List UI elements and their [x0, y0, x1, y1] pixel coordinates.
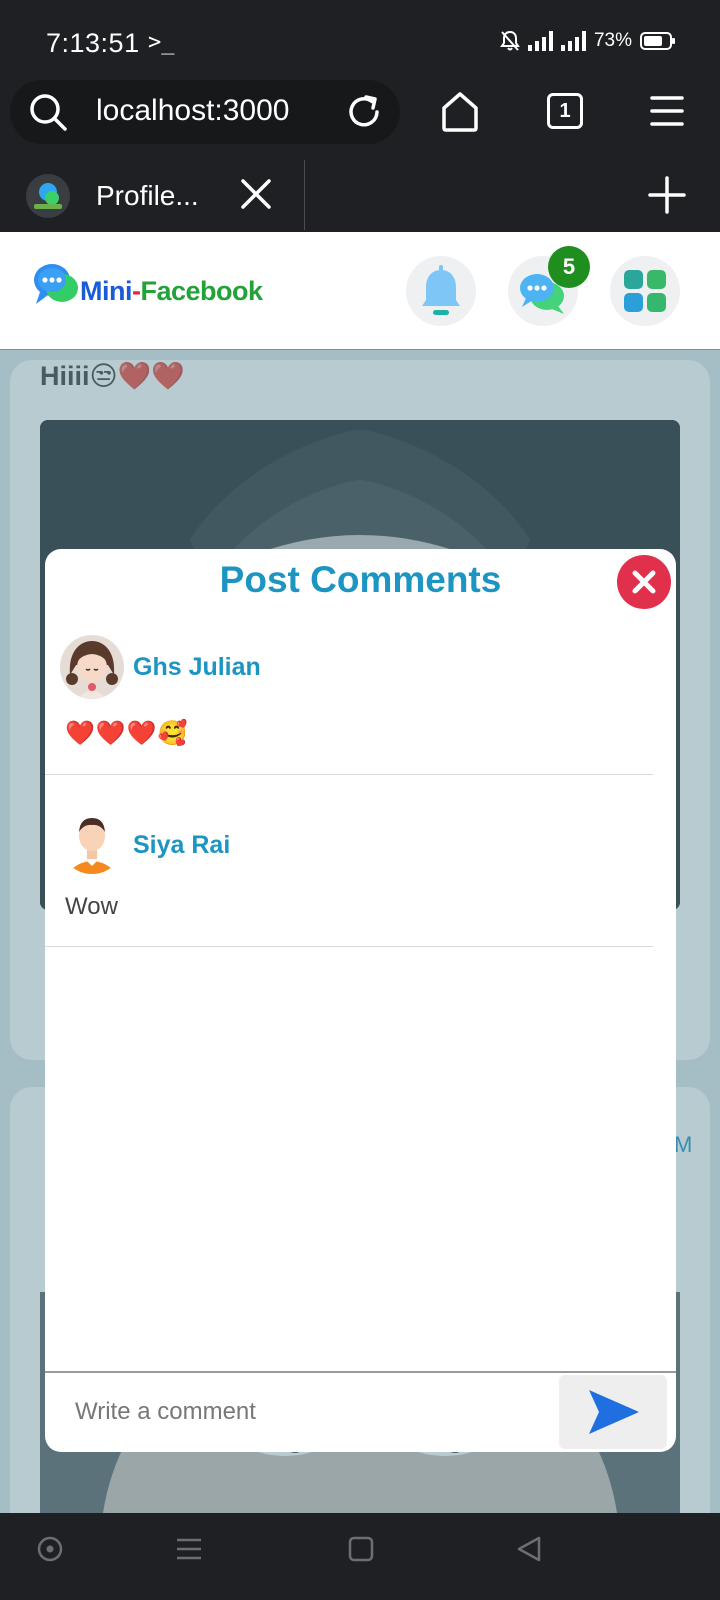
- browser-toolbar: localhost:3000 1: [0, 80, 720, 156]
- favicon-icon: [26, 174, 70, 218]
- comments-modal: Post Comments Ghs Julian ❤️❤️❤️🥰 Siya Ra…: [45, 549, 676, 1452]
- close-tab-icon[interactable]: [240, 178, 272, 210]
- comment-author[interactable]: Ghs Julian: [133, 653, 261, 682]
- close-icon: [632, 570, 656, 594]
- url-text[interactable]: localhost:3000: [96, 94, 289, 128]
- battery-icon: [640, 32, 675, 50]
- logo-text-dash: -: [132, 276, 141, 306]
- bell-muted-icon: [500, 30, 520, 51]
- address-bar[interactable]: localhost:3000: [10, 80, 400, 144]
- assistant-icon[interactable]: [36, 1535, 64, 1563]
- comment-text: ❤️❤️❤️🥰: [65, 720, 189, 747]
- apps-menu-button[interactable]: [610, 256, 680, 326]
- home-icon[interactable]: [440, 90, 480, 134]
- avatar[interactable]: [60, 810, 124, 874]
- signal-1-icon: [527, 31, 553, 51]
- battery-percent: 73%: [593, 30, 632, 51]
- terminal-icon: >_: [148, 30, 175, 55]
- send-icon: [589, 1390, 639, 1434]
- status-time: 7:13:51: [46, 28, 140, 58]
- tab-switcher-button[interactable]: 1: [547, 93, 583, 129]
- status-indicators: 73%: [500, 30, 675, 52]
- home-nav-icon[interactable]: [348, 1535, 374, 1563]
- android-nav-bar: [0, 1513, 720, 1600]
- bell-icon: [422, 265, 460, 315]
- recent-apps-icon[interactable]: [175, 1535, 203, 1563]
- status-bar: 7:13:51 >_ 73%: [0, 0, 720, 80]
- logo-text-mini: Mini: [80, 276, 133, 306]
- search-icon: [30, 94, 67, 131]
- tab-strip: Profile...: [0, 156, 720, 232]
- comment-input[interactable]: [45, 1373, 545, 1451]
- comment-composer: [45, 1371, 676, 1452]
- apps-grid-icon: [624, 270, 666, 312]
- reload-icon[interactable]: [344, 92, 384, 132]
- comment-author[interactable]: Siya Rai: [133, 831, 230, 860]
- notifications-button[interactable]: [406, 256, 476, 326]
- tab-title[interactable]: Profile...: [96, 180, 199, 212]
- signal-2-icon: [560, 31, 586, 51]
- logo-icon[interactable]: [32, 262, 82, 308]
- new-tab-icon[interactable]: [648, 176, 686, 214]
- close-modal-button[interactable]: [617, 555, 671, 609]
- logo-text-facebook: Facebook: [140, 276, 264, 306]
- avatar[interactable]: [60, 635, 124, 699]
- modal-title: Post Comments: [219, 559, 502, 600]
- comment-text: Wow: [65, 893, 118, 920]
- tab-divider: [304, 160, 305, 230]
- site-logo-text[interactable]: Mini-Facebook: [80, 276, 263, 307]
- send-comment-button[interactable]: [559, 1375, 667, 1449]
- comment-item: Ghs Julian ❤️❤️❤️🥰: [45, 629, 653, 775]
- back-icon[interactable]: [515, 1535, 543, 1563]
- comment-item: Siya Rai Wow: [45, 775, 653, 947]
- menu-icon[interactable]: [650, 94, 684, 128]
- site-header: Mini-Facebook 5: [0, 232, 720, 350]
- messages-badge: 5: [548, 246, 590, 288]
